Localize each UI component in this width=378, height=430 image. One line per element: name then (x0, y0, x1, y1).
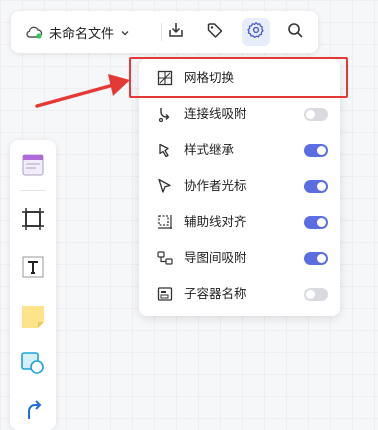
annotation-arrow (35, 74, 130, 108)
